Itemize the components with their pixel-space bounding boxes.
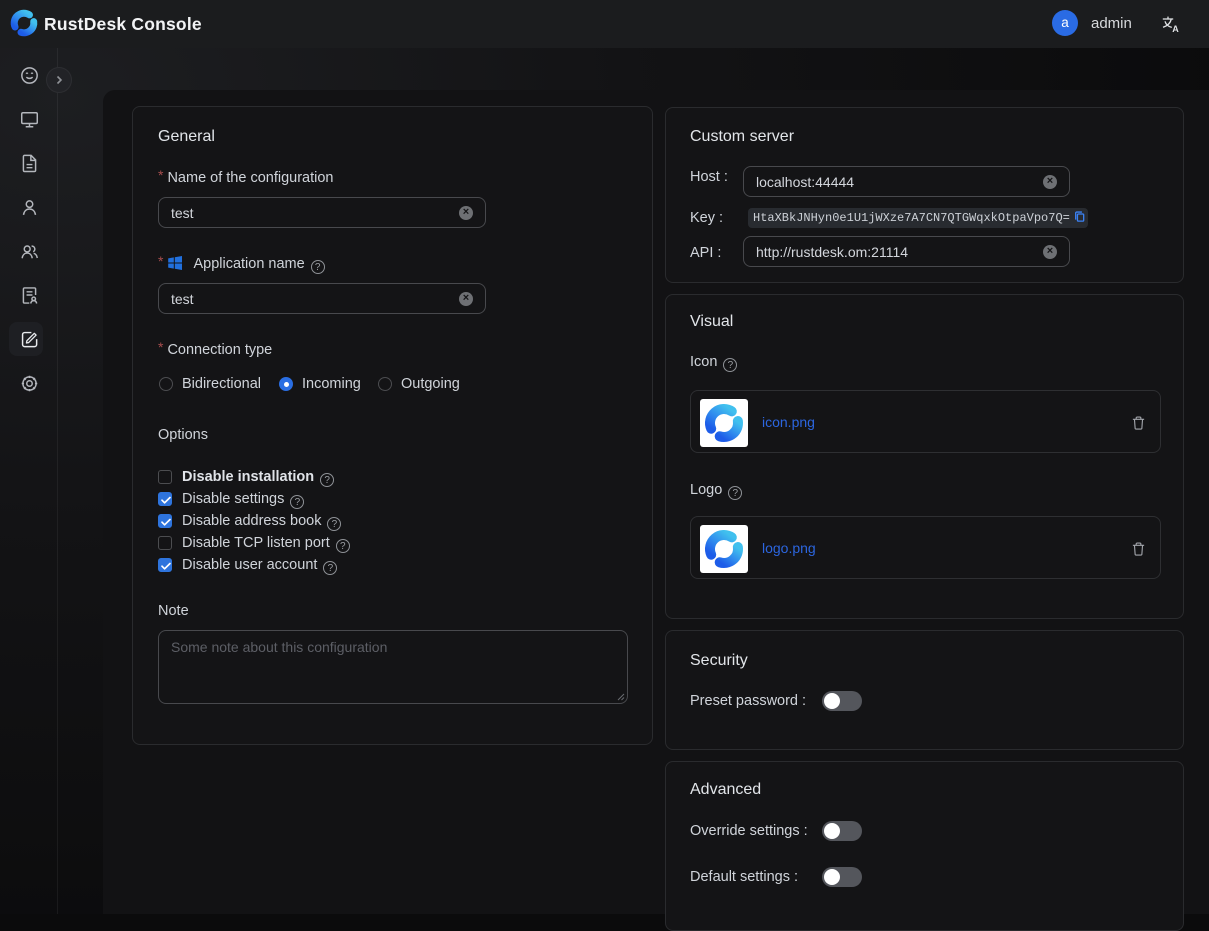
svg-text:A: A (1172, 24, 1179, 34)
